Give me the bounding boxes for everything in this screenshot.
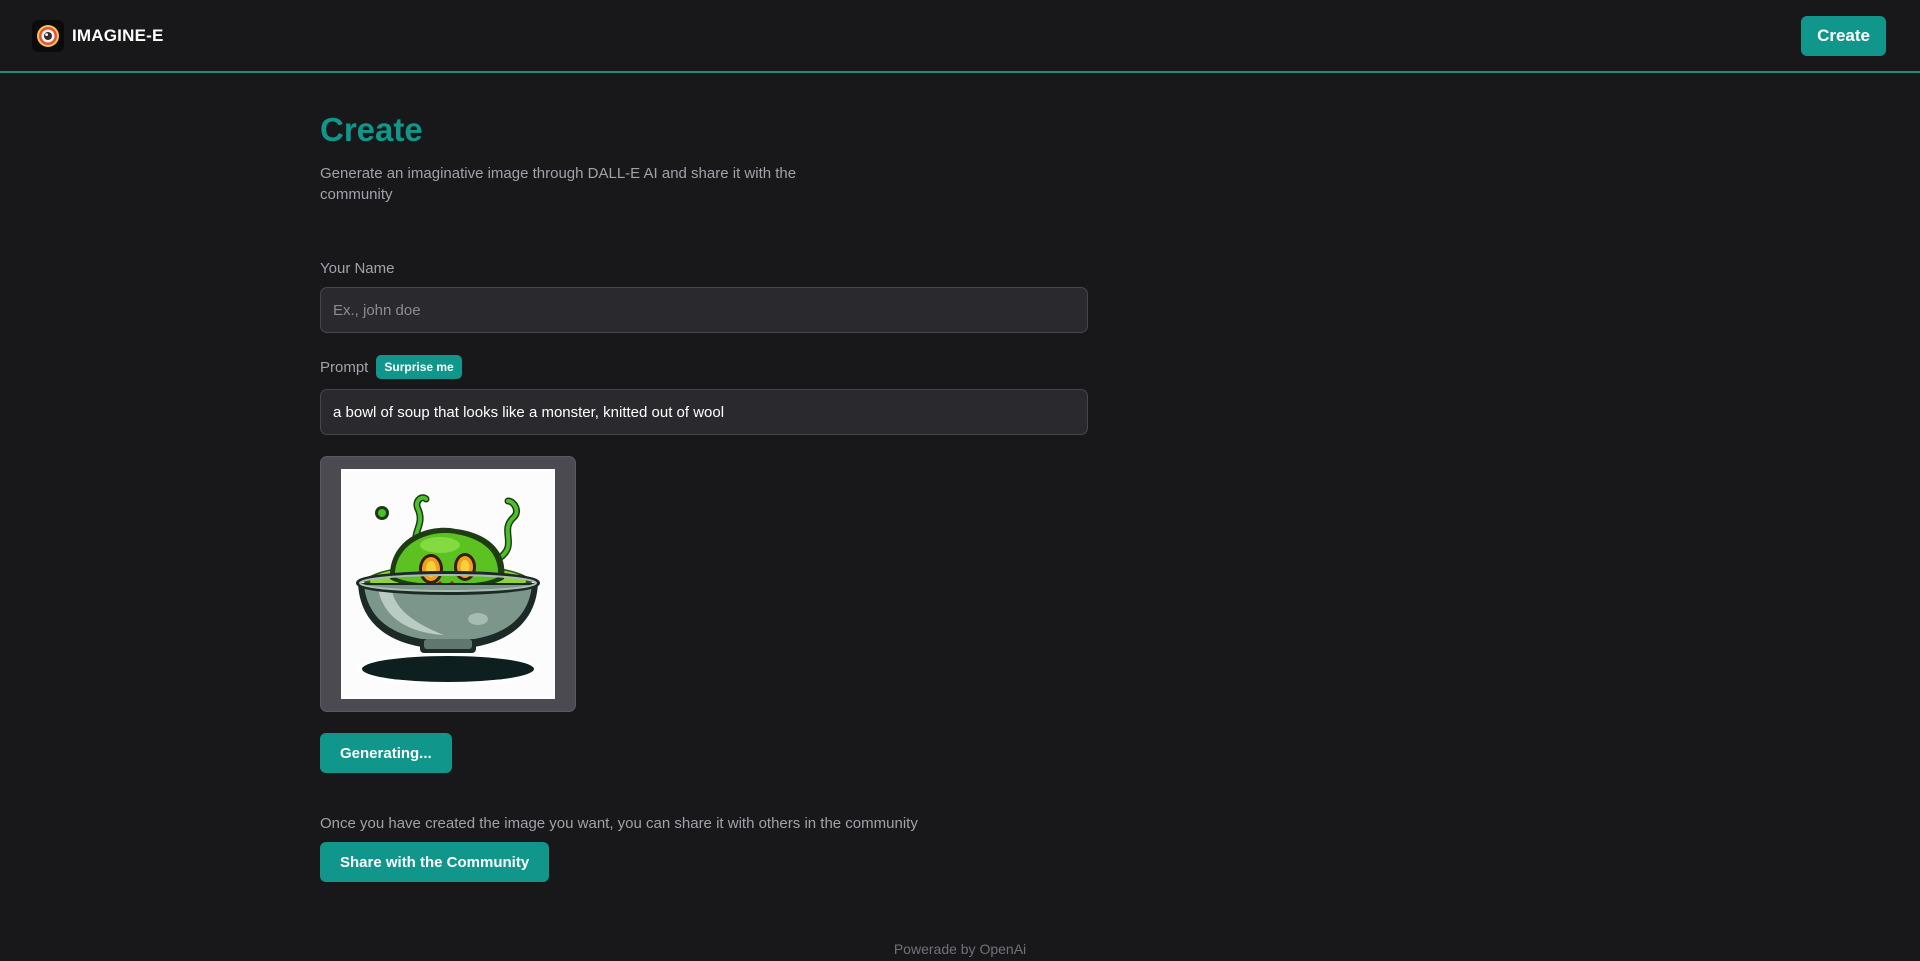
prompt-label-row: Prompt Surprise me xyxy=(320,355,1088,379)
image-preview-container xyxy=(320,456,576,712)
header-create-button[interactable]: Create xyxy=(1801,15,1886,56)
prompt-input[interactable] xyxy=(320,389,1088,435)
imagine-logo-icon xyxy=(32,19,64,52)
surprise-me-button[interactable]: Surprise me xyxy=(376,355,462,379)
top-navbar: IMAGINE-E Create xyxy=(0,0,1920,73)
share-note: Once you have created the image you want… xyxy=(320,815,918,832)
name-input[interactable] xyxy=(320,287,1088,333)
generated-image xyxy=(341,469,555,699)
name-label-row: Your Name xyxy=(320,260,1088,277)
page-title: Create xyxy=(320,111,423,148)
footer-credit: Powerade by OpenAi xyxy=(893,941,1027,957)
create-page: Create Generate an imaginative image thr… xyxy=(320,73,1088,882)
prompt-field-label: Prompt xyxy=(320,358,369,376)
share-community-button[interactable]: Share with the Community xyxy=(320,842,550,882)
generate-button[interactable]: Generating... xyxy=(320,733,452,773)
page-subtitle: Generate an imaginative image through DA… xyxy=(320,165,797,203)
brand-name: IMAGINE-E xyxy=(72,25,164,45)
brand-link[interactable]: IMAGINE-E xyxy=(32,19,164,52)
name-field-label: Your Name xyxy=(320,260,395,277)
